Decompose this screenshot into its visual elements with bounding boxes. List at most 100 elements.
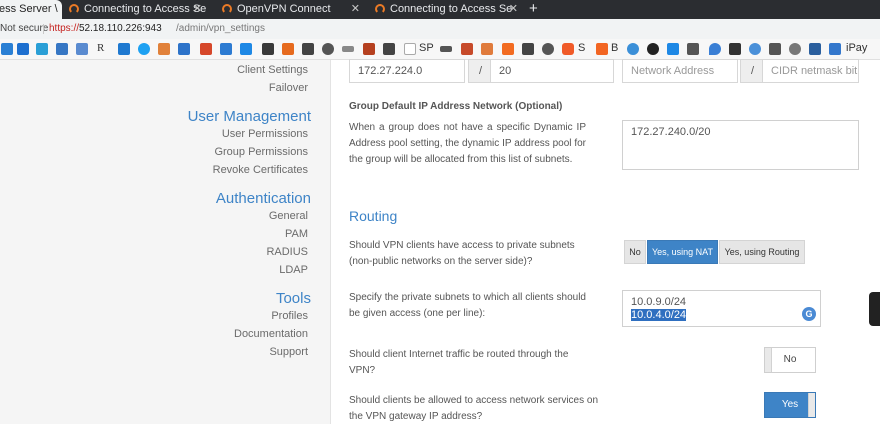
tab-title: ess Server \ [0, 3, 58, 15]
sidebar-item-support[interactable]: Support [269, 346, 308, 358]
bookmark-favicon-icon[interactable] [158, 43, 170, 55]
group-default-description: When a group does not have a specific Dy… [349, 122, 586, 165]
internet-traffic-toggle[interactable]: No [764, 347, 816, 373]
sidebar-item-pam[interactable]: PAM [285, 228, 308, 240]
admin-sidebar: Client Settings Failover User Management… [0, 60, 331, 424]
bookmark-favicon-icon[interactable] [282, 43, 294, 55]
sidebar-item-profiles[interactable]: Profiles [271, 310, 308, 322]
bookmark-favicon-icon[interactable] [667, 43, 679, 55]
static-network-address-input[interactable]: 172.27.224.0 [349, 59, 465, 83]
subnet-line: 10.0.9.0/24 [631, 296, 687, 308]
security-indicator[interactable]: Not secure [0, 19, 48, 39]
bookmark-favicon-icon[interactable] [342, 46, 354, 52]
private-subnets-textarea[interactable]: 10.0.9.0/24 10.0.4.0/24 G [622, 290, 821, 327]
vpn-settings-content: 172.27.224.0 / 20 Network Address / CIDR… [332, 59, 880, 424]
tab-openvpn-connect[interactable]: OpenVPN Connect ✕ [215, 0, 365, 19]
bookmark-s[interactable]: S [578, 42, 585, 54]
floating-extension-widget[interactable] [869, 292, 880, 326]
bookmark-favicon-icon[interactable] [542, 43, 554, 55]
bookmark-favicon-icon[interactable] [749, 43, 761, 55]
bookmark-favicon-icon[interactable] [627, 43, 639, 55]
bookmark-favicon-icon[interactable] [687, 43, 699, 55]
bookmark-b[interactable]: B [611, 42, 618, 54]
bookmark-favicon-icon[interactable] [363, 43, 375, 55]
private-access-routing-option[interactable]: Yes, using Routing [719, 240, 805, 264]
private-access-question: Should VPN clients have access to privat… [349, 240, 575, 267]
bookmark-favicon-icon[interactable] [522, 43, 534, 55]
bookmark-favicon-icon[interactable] [17, 43, 29, 55]
bookmark-favicon-icon[interactable] [302, 43, 314, 55]
bookmark-favicon-icon[interactable] [1, 43, 13, 55]
sidebar-heading-tools: Tools [275, 290, 311, 307]
github-icon[interactable] [647, 43, 659, 55]
browser-tab-strip: ess Server \ Connecting to Access Se ✕ O… [0, 0, 880, 19]
bookmark-favicon-icon[interactable] [56, 43, 68, 55]
url-host: 52.18.110.226:943 [79, 23, 162, 34]
bookmark-favicon-icon[interactable] [138, 43, 150, 55]
bookmark-favicon-icon[interactable] [220, 43, 232, 55]
bookmark-favicon-icon[interactable] [383, 43, 395, 55]
dynamic-netmask-bits-input[interactable]: CIDR netmask bit [762, 59, 859, 83]
openvpn-favicon-icon [69, 4, 79, 14]
bookmark-favicon-icon[interactable] [562, 43, 574, 55]
private-access-no-option[interactable]: No [624, 240, 646, 264]
bookmark-favicon-icon[interactable] [502, 43, 514, 55]
toggle-knob [765, 348, 772, 372]
toggle-label: Yes [781, 399, 799, 410]
bookmark-favicon-icon[interactable] [322, 43, 334, 55]
private-subnets-question: Specify the private subnets to which all… [349, 292, 586, 319]
bookmark-favicon-icon[interactable] [178, 43, 190, 55]
sidebar-item-user-permissions[interactable]: User Permissions [222, 128, 308, 140]
bookmark-favicon-icon[interactable] [789, 43, 801, 55]
bookmark-favicon-icon[interactable] [36, 43, 48, 55]
sidebar-item-failover[interactable]: Failover [269, 82, 308, 94]
address-divider [43, 24, 44, 34]
static-netmask-bits-input[interactable]: 20 [490, 59, 614, 83]
sidebar-item-general[interactable]: General [269, 210, 308, 222]
openvpn-favicon-icon [222, 4, 232, 14]
bookmark-favicon-icon[interactable] [440, 46, 452, 52]
selected-text: 10.0.4.0/24 [631, 309, 687, 321]
tab-access-server[interactable]: ess Server \ [0, 0, 62, 19]
bookmark-favicon-icon[interactable] [240, 43, 252, 55]
bookmark-favicon-icon[interactable] [262, 43, 274, 55]
new-tab-button[interactable]: + [529, 0, 543, 19]
tab-connecting-1[interactable]: Connecting to Access Se ✕ [62, 0, 207, 19]
toggle-knob [808, 393, 815, 417]
bookmark-favicon-icon[interactable] [596, 43, 608, 55]
grammar-extension-icon[interactable]: G [802, 307, 816, 321]
sidebar-item-revoke-certificates[interactable]: Revoke Certificates [213, 164, 308, 176]
bookmark-ipay[interactable]: iPay [846, 42, 867, 54]
sidebar-item-client-settings[interactable]: Client Settings [237, 64, 308, 76]
group-default-network-textarea[interactable]: 172.27.240.0/20 [622, 120, 859, 170]
bookmark-favicon-icon[interactable] [829, 43, 841, 55]
bookmark-sp[interactable]: SP [419, 42, 434, 54]
bookmark-favicon-icon[interactable] [481, 43, 493, 55]
bookmark-favicon-icon[interactable] [118, 43, 130, 55]
tab-title: Connecting to Access Se [84, 3, 207, 15]
sidebar-item-radius[interactable]: RADIUS [266, 246, 308, 258]
bookmark-r[interactable]: R [97, 42, 104, 54]
bookmark-favicon-icon[interactable] [461, 43, 473, 55]
bookmark-favicon-icon[interactable] [729, 43, 741, 55]
bookmark-favicon-icon[interactable] [709, 43, 721, 55]
private-access-nat-option[interactable]: Yes, using NAT [647, 240, 718, 264]
sidebar-item-ldap[interactable]: LDAP [279, 264, 308, 276]
bookmark-favicon-icon[interactable] [200, 43, 212, 55]
close-tab-icon[interactable]: ✕ [351, 0, 360, 18]
bookmark-favicon-icon[interactable] [76, 43, 88, 55]
address-bar[interactable]: Not secure https:// 52.18.110.226:943 /a… [0, 19, 880, 39]
sidebar-item-group-permissions[interactable]: Group Permissions [214, 146, 308, 158]
tab-title: Connecting to Access Se [390, 3, 513, 15]
close-tab-icon[interactable]: ✕ [509, 0, 518, 18]
close-tab-icon[interactable]: ✕ [193, 0, 202, 18]
bookmark-favicon-icon[interactable] [769, 43, 781, 55]
bookmark-favicon-icon[interactable] [809, 43, 821, 55]
tab-title: OpenVPN Connect [237, 3, 331, 15]
internet-traffic-question: Should client Internet traffic be routed… [349, 349, 569, 376]
tab-connecting-2[interactable]: Connecting to Access Se ✕ [368, 0, 523, 19]
bookmark-favicon-icon[interactable] [404, 43, 416, 55]
dynamic-network-address-input[interactable]: Network Address [622, 59, 738, 83]
sidebar-item-documentation[interactable]: Documentation [234, 328, 308, 340]
gateway-services-toggle[interactable]: Yes [764, 392, 816, 418]
